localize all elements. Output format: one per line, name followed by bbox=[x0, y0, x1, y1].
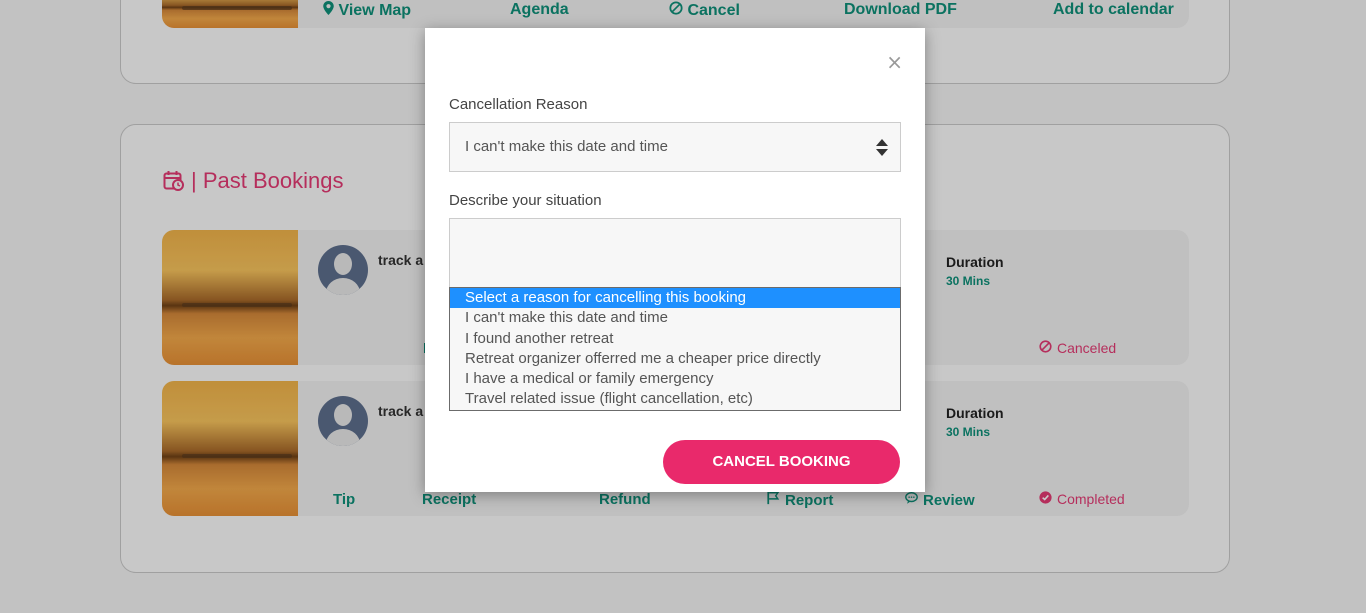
reason-option[interactable]: I can't make this date and time bbox=[450, 308, 900, 328]
reason-option[interactable]: Travel related issue (flight cancellatio… bbox=[450, 389, 900, 409]
situation-textarea[interactable] bbox=[449, 218, 901, 288]
reason-option[interactable]: I have a medical or family emergency bbox=[450, 369, 900, 389]
cancel-booking-button[interactable]: CANCEL BOOKING bbox=[663, 440, 900, 484]
close-icon[interactable]: × bbox=[886, 52, 903, 72]
reason-option[interactable]: Retreat organizer offerred me a cheaper … bbox=[450, 349, 900, 369]
describe-situation-label: Describe your situation bbox=[449, 192, 602, 209]
select-arrows-icon bbox=[876, 139, 888, 160]
cancellation-reason-select[interactable]: I can't make this date and time bbox=[449, 122, 901, 172]
reason-dropdown-list[interactable]: Select a reason for cancelling this book… bbox=[449, 287, 901, 411]
reason-option[interactable]: I found another retreat bbox=[450, 329, 900, 349]
cancellation-reason-label: Cancellation Reason bbox=[449, 96, 588, 113]
reason-option[interactable]: Select a reason for cancelling this book… bbox=[450, 288, 900, 309]
cancel-booking-modal: × Cancellation Reason I can't make this … bbox=[425, 28, 925, 492]
selected-reason: I can't make this date and time bbox=[465, 138, 668, 155]
